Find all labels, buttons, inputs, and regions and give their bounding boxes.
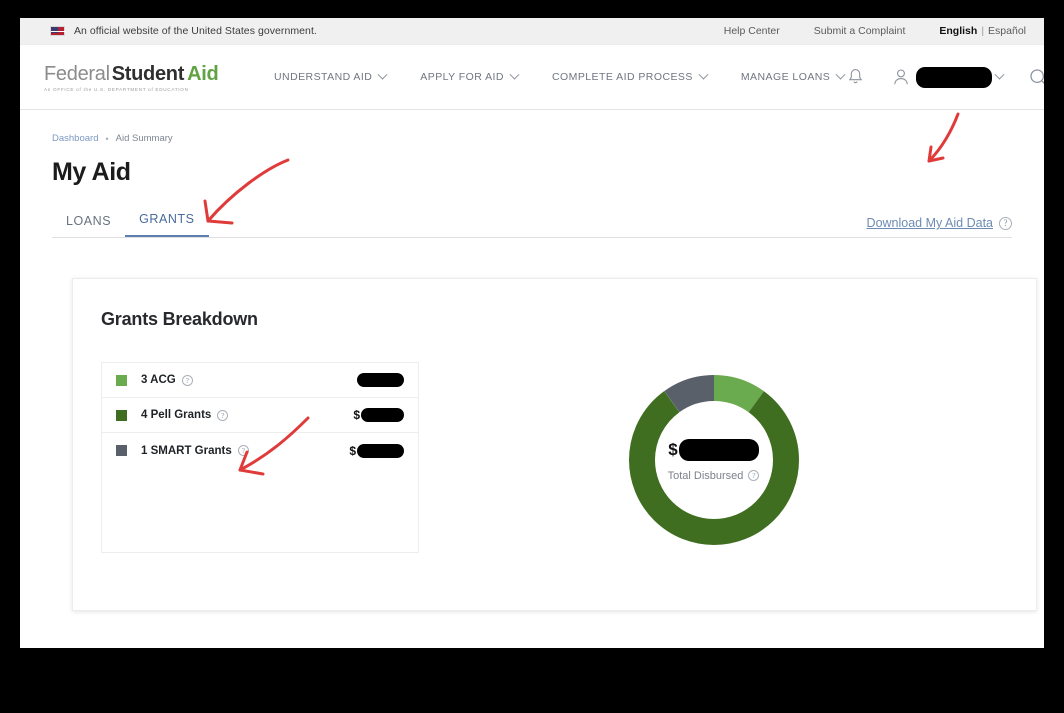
total-disbursed-label: Total Disbursed (667, 469, 744, 482)
grants-breakdown-card: Grants Breakdown 3 ACG ? 4 Pell Grants ?… (72, 278, 1037, 611)
language-spanish[interactable]: Español (988, 25, 1026, 37)
breadcrumb-current: Aid Summary (115, 133, 173, 144)
account-name-redacted (916, 66, 993, 88)
utility-links: Help Center Submit a Complaint English | E… (724, 25, 1026, 37)
help-center-link[interactable]: Help Center (724, 25, 780, 37)
bell-icon[interactable] (844, 66, 866, 88)
card-title: Grants Breakdown (101, 309, 258, 329)
total-disbursed-value: $ (668, 438, 759, 461)
amount-redacted (357, 373, 404, 387)
aid-tabs: LOANS GRANTS Download My Aid Data ? (52, 204, 1012, 238)
breadcrumb-separator: • (105, 133, 109, 144)
browser-page: An official website of the United States… (20, 18, 1044, 648)
legend-label: 3 ACG (141, 374, 176, 386)
donut-chart-container: $ Total Disbursed ? (419, 362, 1008, 553)
legend-color-swatch (116, 445, 127, 456)
currency-symbol: $ (668, 439, 678, 459)
card-body: 3 ACG ? 4 Pell Grants ? $ 1 SMART Grants… (101, 362, 1008, 553)
federal-student-aid-logo[interactable]: Federal Student Aid An OFFICE of the U.S. … (44, 62, 224, 93)
legend-color-swatch (116, 409, 127, 421)
person-icon (890, 66, 912, 88)
search-icon[interactable] (1027, 66, 1044, 88)
legend-label: 4 Pell Grants (141, 409, 212, 421)
main-content: Dashboard • Aid Summary My Aid LOANS GRA… (20, 110, 1044, 611)
language-separator: | (981, 25, 985, 37)
us-flag-icon (50, 26, 66, 36)
legend-row-pell-grants[interactable]: 4 Pell Grants ? $ (102, 398, 418, 433)
chevron-down-icon (509, 69, 520, 80)
site-header: Federal Student Aid An OFFICE of the U.S. … (20, 45, 1044, 110)
government-banner: An official website of the United States… (20, 18, 1044, 45)
grants-donut-chart: $ Total Disbursed ? (621, 367, 807, 553)
logo-student-text: Student (111, 63, 185, 85)
currency-symbol: $ (353, 408, 360, 422)
legend-amount: $ (353, 408, 404, 422)
submit-complaint-link[interactable]: Submit a Complaint (814, 25, 906, 37)
breadcrumb-dashboard-link[interactable]: Dashboard (52, 133, 98, 144)
tab-loans[interactable]: LOANS (52, 214, 125, 237)
nav-item-apply-for-aid[interactable]: APPLY FOR AID (420, 69, 520, 83)
help-circle-icon[interactable]: ? (181, 374, 193, 386)
language-switcher[interactable]: English | Español (939, 25, 1026, 37)
page-title: My Aid (52, 158, 131, 186)
legend-color-swatch (116, 374, 127, 386)
help-circle-icon[interactable]: ? (217, 409, 229, 421)
help-circle-icon[interactable]: ? (999, 216, 1012, 230)
grants-legend-table: 3 ACG ? 4 Pell Grants ? $ 1 SMART Grants… (101, 362, 419, 553)
logo-tagline: An OFFICE of the U.S. DEPARTMENT of EDUC… (44, 87, 189, 92)
total-disbursed-caption: Total Disbursed ? (668, 470, 760, 482)
tab-grants[interactable]: GRANTS (125, 212, 209, 237)
government-banner-text: An official website of the United States… (74, 25, 317, 37)
currency-symbol: $ (349, 443, 356, 458)
main-navigation: UNDERSTAND AID APPLY FOR AID COMPLETE AI… (274, 69, 846, 83)
nav-item-manage-loans[interactable]: MANAGE LOANS (740, 69, 846, 83)
donut-center-content: $ Total Disbursed ? (621, 367, 807, 553)
amount-redacted (361, 408, 404, 422)
chevron-down-icon (994, 69, 1005, 80)
legend-row-smart-grants[interactable]: 1 SMART Grants ? $ (102, 433, 418, 468)
download-my-aid-data-link[interactable]: Download My Aid Data ? (867, 216, 1012, 237)
account-menu[interactable] (890, 66, 1005, 88)
legend-amount (357, 373, 404, 387)
help-circle-icon[interactable]: ? (748, 470, 760, 481)
legend-row-acg[interactable]: 3 ACG ? (102, 363, 418, 398)
chevron-down-icon (377, 69, 388, 80)
legend-amount: $ (349, 443, 404, 458)
logo-aid-text: Aid (187, 63, 219, 85)
total-value-redacted (678, 438, 759, 461)
nav-item-label: APPLY FOR AID (420, 71, 504, 83)
chevron-down-icon (698, 69, 709, 80)
amount-redacted (357, 443, 404, 458)
legend-label: 1 SMART Grants (141, 444, 232, 457)
help-circle-icon[interactable]: ? (237, 445, 249, 456)
nav-item-label: MANAGE LOANS (740, 71, 831, 83)
download-link-label: Download My Aid Data (866, 216, 993, 230)
header-icon-group (844, 66, 1044, 88)
nav-item-understand-aid[interactable]: UNDERSTAND AID (274, 69, 388, 83)
logo-federal-text: Federal (44, 63, 110, 85)
language-english[interactable]: English (939, 25, 977, 37)
nav-item-label: COMPLETE AID PROCESS (551, 71, 693, 83)
nav-item-label: UNDERSTAND AID (274, 71, 373, 83)
nav-item-complete-aid-process[interactable]: COMPLETE AID PROCESS (551, 69, 709, 83)
breadcrumb: Dashboard • Aid Summary (52, 133, 1012, 144)
